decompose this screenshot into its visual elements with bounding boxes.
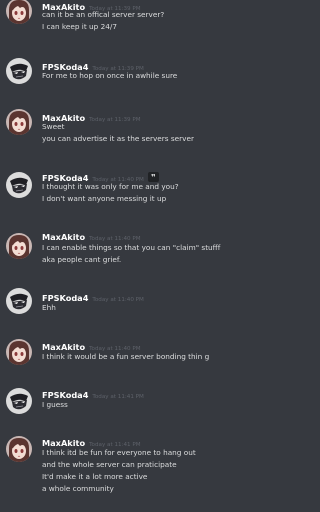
anime-girl-avatar-icon[interactable] [6,436,32,462]
message-text: I can keep it up 24/7 [42,22,117,31]
masked-face-avatar-icon[interactable] [6,58,32,84]
chat-message-list[interactable]: MaxAkito Today at 11:39 PM can it be an o… [0,0,281,512]
message-group: MaxAkito Today at 11:39 PM Sweet you can … [0,103,281,151]
anime-girl-avatar-icon[interactable] [6,339,32,365]
message-text: For me to hop on once in awhile sure [42,71,178,80]
masked-face-avatar-icon[interactable] [6,388,32,414]
message-text: I can enable things so that you can "cla… [42,243,221,252]
message-header: MaxAkito Today at 11:40 PM [42,339,141,352]
message-group: MaxAkito Today at 11:40 PM I think it wou… [0,336,281,376]
message-text: I guess [42,400,68,409]
masked-face-avatar-icon[interactable] [6,172,32,198]
message-header: FPSKoda4 Today at 11:41 PM [42,387,144,400]
message-group: FPSKoda4 Today at 11:40 PM Ehh [0,285,281,325]
message-header: FPSKoda4 Today at 11:40 PM [42,290,144,303]
message-header: MaxAkito Today at 11:41 PM [42,435,141,448]
message-group: FPSKoda4 Today at 11:39 PM For me to hop … [0,52,281,92]
quote-icon[interactable]: ❞ [147,171,159,182]
message-text: can it be an offical server server? [42,10,165,19]
message-text: aka people cant grief. [42,255,122,264]
message-group: FPSKoda4 Today at 11:40 PM ❞ I thought it … [0,166,281,214]
message-text: you can advertise it as the servers serv… [42,134,194,143]
message-group: FPSKoda4 Today at 11:41 PM I guess [0,383,281,423]
timestamp[interactable]: Today at 11:41 PM [92,394,143,400]
message-text: and the whole server can praticipate [42,460,177,469]
message-text: I don't want anyone messing it up [42,194,167,203]
message-group: MaxAkito Today at 11:39 PM can it be an o… [0,0,281,40]
anime-girl-avatar-icon[interactable] [6,233,32,259]
message-group: MaxAkito Today at 11:40 PM I can enable t… [0,227,281,275]
username[interactable]: MaxAkito [42,232,85,242]
message-text: I think it would be a fun server bonding… [42,352,210,361]
timestamp[interactable]: Today at 11:40 PM [92,297,143,303]
message-text: I thought it was only for me and you? [42,182,179,191]
message-text: It'd make it a lot more active [42,472,148,481]
message-header: MaxAkito Today at 11:40 PM [42,229,141,242]
anime-girl-avatar-icon[interactable] [6,109,32,135]
message-text: Sweet [42,122,65,131]
message-text: I think itd be fun for everyone to hang … [42,448,196,457]
message-text: a whole community [42,484,114,493]
message-text: Ehh [42,303,56,312]
anime-girl-avatar-icon[interactable] [6,0,32,24]
message-group: MaxAkito Today at 11:41 PM I think itd be… [0,434,281,512]
timestamp[interactable]: Today at 11:39 PM [89,117,140,123]
masked-face-avatar-icon[interactable] [6,288,32,314]
